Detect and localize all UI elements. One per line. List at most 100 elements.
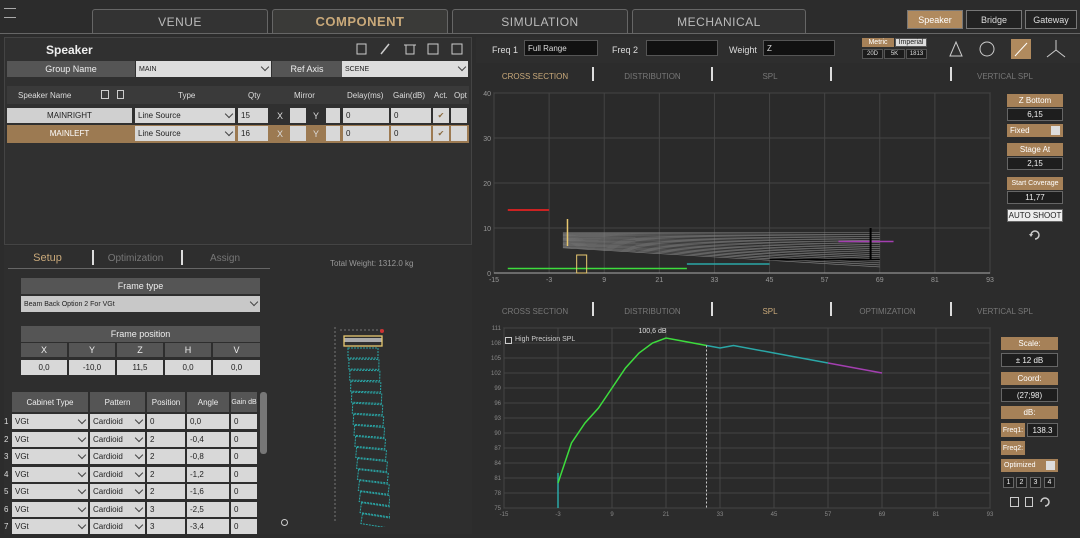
optimized-checkbox[interactable] (1046, 461, 1055, 470)
reset-view-icon[interactable] (281, 519, 288, 526)
pos-z-input[interactable]: 11,5 (117, 360, 163, 375)
opt-check[interactable] (451, 126, 467, 141)
save-icon[interactable] (1010, 497, 1019, 507)
cabinet-type-select[interactable]: VGt (12, 519, 88, 534)
speaker-type-select[interactable]: Line Source (135, 108, 235, 123)
gain-stepper[interactable]: 0 (231, 414, 257, 429)
active-check[interactable]: ✔ (433, 108, 449, 123)
z-bottom-value[interactable]: 6,15 (1007, 108, 1063, 121)
pattern-select[interactable]: Cardioid (90, 501, 145, 517)
edit-icon[interactable] (380, 43, 390, 55)
gain-stepper[interactable]: 0 (231, 466, 257, 482)
preset-4-button[interactable]: 4 (1044, 477, 1055, 488)
metric-button[interactable]: Metric (862, 38, 894, 47)
view-tab-vertical-spl-2[interactable]: VERTICAL SPL (960, 307, 1050, 316)
pattern-select[interactable]: Cardioid (90, 519, 145, 534)
angle-stepper[interactable]: 0,0 (187, 414, 229, 429)
cross-section-chart[interactable]: -15 -3 9 21 33 45 57 69 81 93 40 30 20 10 0 (476, 85, 998, 290)
triangle-view-icon[interactable] (949, 40, 963, 57)
view-tab-distribution[interactable]: DISTRIBUTION (610, 72, 695, 81)
speaker-row[interactable]: MAINLEFT Line Source 16 X Y 0 0 ✔ (7, 125, 469, 143)
headphone-view-icon[interactable] (979, 41, 995, 57)
view-tab-vertical-spl[interactable]: VERTICAL SPL (960, 72, 1050, 81)
gain-input[interactable]: 0 (391, 108, 431, 123)
cabinet-type-select[interactable]: VGt (12, 414, 88, 429)
view-tab-cross-section-2[interactable]: CROSS SECTION (490, 307, 580, 316)
tab-component[interactable]: COMPONENT (272, 9, 448, 33)
angle-stepper[interactable]: -0,8 (187, 449, 229, 464)
imperial-button[interactable]: Imperial (895, 38, 927, 47)
gain-stepper[interactable]: 0 (231, 501, 257, 517)
position-stepper[interactable]: 3 (147, 519, 185, 534)
cross-section-view-icon[interactable] (1011, 39, 1031, 59)
spl-chart[interactable]: -15 -3 9 21 33 45 57 69 81 93 111 108 105 102 99 96 93 90… (476, 322, 998, 518)
cabinet-type-select[interactable]: VGt (12, 466, 88, 482)
tab-simulation[interactable]: SIMULATION (452, 9, 628, 33)
angle-stepper[interactable]: -3,4 (187, 519, 229, 534)
bridge-mode-button[interactable]: Bridge (966, 10, 1022, 29)
menu-icon[interactable] (4, 8, 16, 18)
res3-button[interactable]: 1813 (906, 49, 927, 59)
axis-view-icon[interactable] (1046, 40, 1066, 58)
delete-icon[interactable] (404, 44, 416, 55)
add-speaker-icon[interactable] (101, 90, 109, 99)
view-tab-distribution-2[interactable]: DISTRIBUTION (610, 307, 695, 316)
clipboard-icon[interactable] (1025, 497, 1033, 507)
position-stepper[interactable]: 2 (147, 431, 185, 447)
high-precision-checkbox[interactable] (505, 337, 512, 344)
tab-mechanical[interactable]: MECHANICAL (632, 9, 806, 33)
angle-stepper[interactable]: -0,4 (187, 431, 229, 447)
gain-stepper[interactable]: 0 (231, 431, 257, 447)
speaker-name[interactable]: MAINRIGHT (7, 108, 132, 123)
weight-select[interactable]: Z (763, 40, 835, 56)
gain-stepper[interactable]: 0 (231, 484, 257, 499)
view-tab-spl[interactable]: SPL (730, 72, 810, 81)
start-coverage-value[interactable]: 11,77 (1007, 191, 1063, 204)
fixed-toggle[interactable]: Fixed (1007, 124, 1063, 137)
refresh-icon[interactable] (1038, 495, 1052, 509)
view-tab-optimization-2[interactable]: OPTIMIZATION (840, 307, 935, 316)
refresh-icon[interactable] (1028, 228, 1042, 242)
pattern-select[interactable]: Cardioid (90, 466, 145, 482)
active-check[interactable]: ✔ (433, 126, 449, 141)
pattern-select[interactable]: Cardioid (90, 484, 145, 499)
delay-input[interactable]: 0 (343, 126, 389, 141)
speaker-type-select[interactable]: Line Source (135, 126, 235, 141)
angle-stepper[interactable]: -1,2 (187, 466, 229, 482)
mirror-x-box[interactable] (290, 108, 306, 123)
tab-venue[interactable]: VENUE (92, 9, 268, 33)
mirror-x[interactable]: X (277, 129, 283, 139)
ref-axis-select[interactable]: SCENE (342, 61, 468, 77)
auto-shoot-button[interactable]: AUTO SHOOT (1007, 209, 1063, 222)
pos-x-input[interactable]: 0,0 (21, 360, 67, 375)
gateway-mode-button[interactable]: Gateway (1025, 10, 1077, 29)
cabinet-type-select[interactable]: VGt (12, 431, 88, 447)
import-icon[interactable] (427, 43, 439, 55)
freq1-select[interactable]: Full Range (524, 40, 598, 56)
scale-select[interactable]: ± 12 dB (1001, 353, 1058, 367)
position-stepper[interactable]: 3 (147, 501, 185, 517)
speaker-mode-button[interactable]: Speaker (907, 10, 963, 29)
tab-assign[interactable]: Assign (195, 253, 255, 264)
position-stepper[interactable]: 2 (147, 466, 185, 482)
gain-input[interactable]: 0 (391, 126, 431, 141)
angle-stepper[interactable]: -2,5 (187, 501, 229, 517)
view-tab-cross-section[interactable]: CROSS SECTION (490, 72, 580, 81)
pattern-select[interactable]: Cardioid (90, 414, 145, 429)
speaker-row[interactable]: MAINRIGHT Line Source 15 X Y 0 0 ✔ (7, 107, 469, 125)
frame-type-select[interactable]: Beam Back Option 2 For VGt (21, 296, 260, 312)
delete-speaker-icon[interactable] (117, 90, 124, 99)
opt-check[interactable] (451, 108, 467, 123)
angle-stepper[interactable]: -1,6 (187, 484, 229, 499)
delay-input[interactable]: 0 (343, 108, 389, 123)
position-stepper[interactable]: 0 (147, 414, 185, 429)
pos-y-input[interactable]: -10,0 (69, 360, 115, 375)
tab-optimization[interactable]: Optimization (98, 253, 173, 264)
gain-stepper[interactable]: 0 (231, 519, 257, 534)
position-stepper[interactable]: 2 (147, 449, 185, 464)
preset-1-button[interactable]: 1 (1003, 477, 1014, 488)
copy-icon[interactable] (356, 43, 367, 55)
position-stepper[interactable]: 2 (147, 484, 185, 499)
pattern-select[interactable]: Cardioid (90, 431, 145, 447)
freq2-select[interactable] (646, 40, 718, 56)
